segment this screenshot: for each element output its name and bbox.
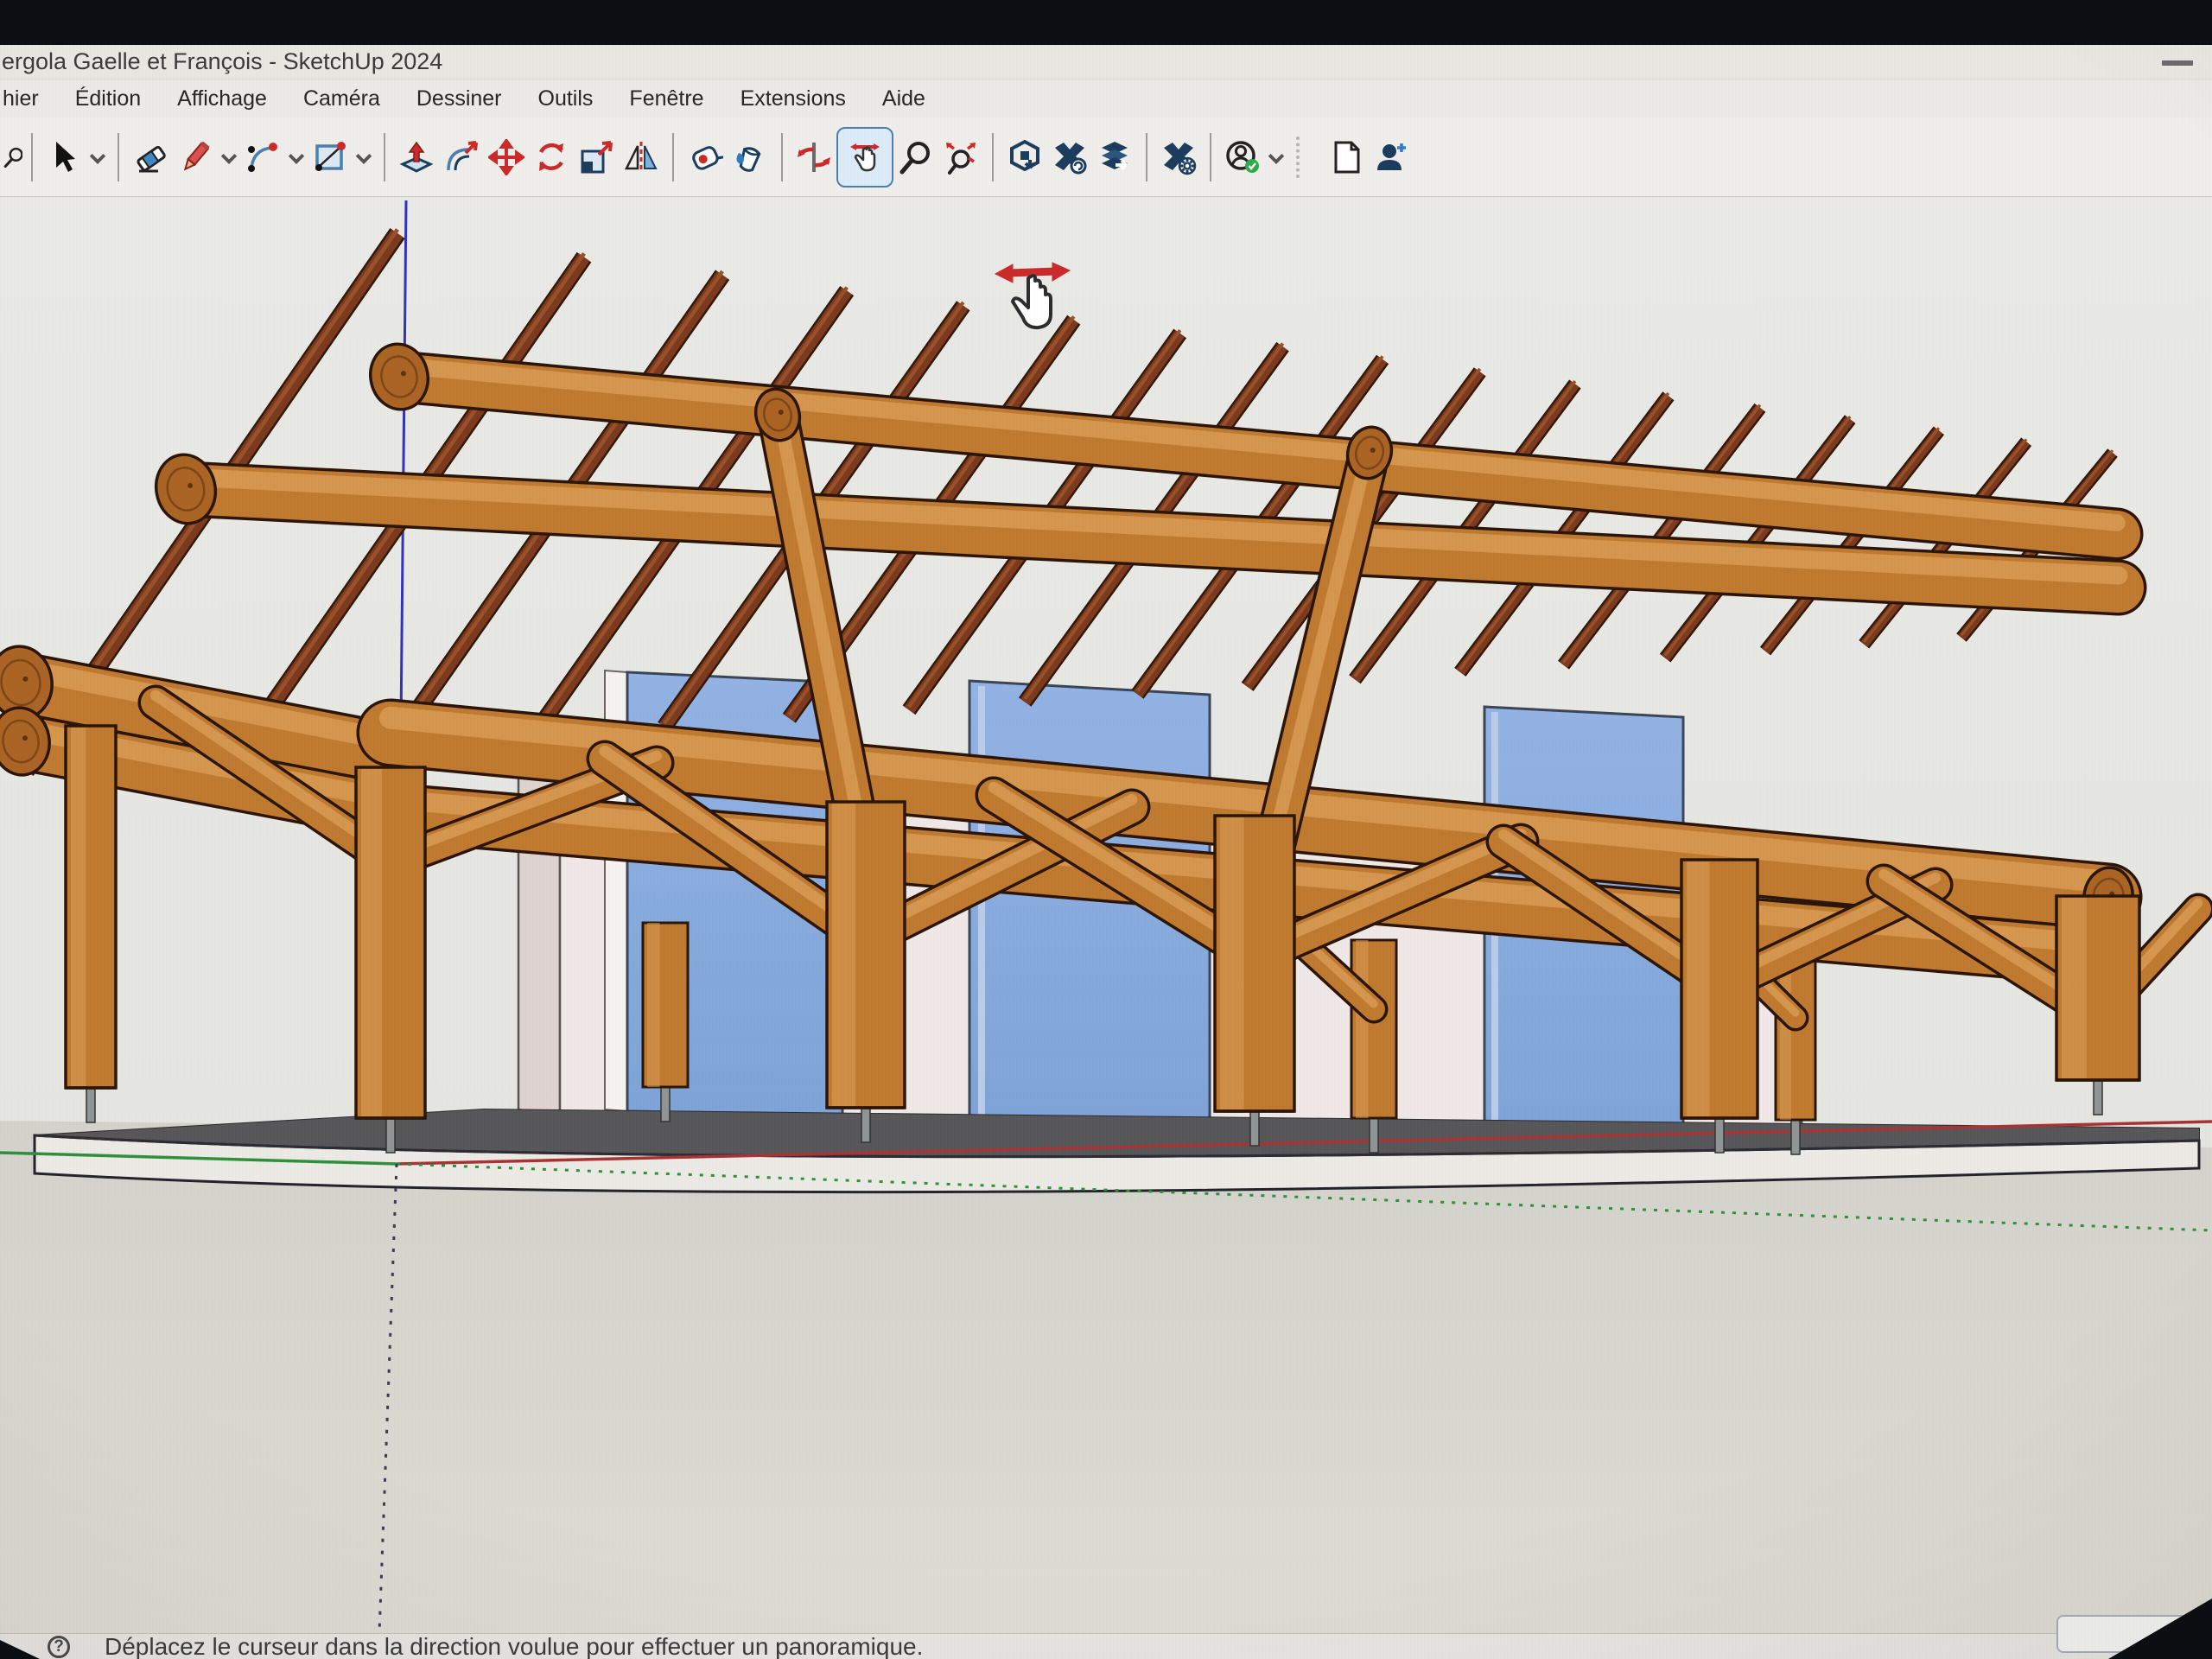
menu-edition[interactable]: Édition bbox=[57, 86, 159, 111]
pencil-caret-icon[interactable] bbox=[218, 131, 240, 183]
toolbar-separator bbox=[1146, 133, 1147, 181]
arc-tool-icon[interactable] bbox=[240, 131, 285, 183]
arc-caret-icon[interactable] bbox=[285, 131, 308, 183]
getting-started-toolbar bbox=[0, 118, 2212, 197]
select-tool-icon[interactable] bbox=[41, 131, 86, 183]
rotate-tool-icon[interactable] bbox=[529, 131, 574, 183]
toolbar-separator bbox=[118, 133, 119, 181]
toolbar-separator bbox=[31, 133, 33, 181]
eraser-tool-icon[interactable] bbox=[128, 131, 173, 183]
context-help-icon[interactable]: ? bbox=[48, 1636, 70, 1658]
paint-bucket-tool-icon[interactable] bbox=[728, 131, 772, 183]
toolbar-separator bbox=[384, 133, 385, 181]
status-bar: ? Déplacez le curseur dans la direction … bbox=[0, 1633, 2212, 1659]
model-scene bbox=[0, 197, 2212, 1633]
menu-camera[interactable]: Caméra bbox=[285, 86, 398, 111]
offset-tool-icon[interactable] bbox=[439, 131, 484, 183]
menu-fenetre[interactable]: Fenêtre bbox=[611, 86, 721, 111]
line-pencil-tool-icon[interactable] bbox=[173, 131, 218, 183]
menu-fichier-partial[interactable]: hier bbox=[0, 86, 57, 111]
tape-measure-tool-icon[interactable] bbox=[683, 131, 728, 183]
push-pull-tool-icon[interactable] bbox=[394, 131, 439, 183]
shapes-rectangle-tool-icon[interactable] bbox=[308, 131, 353, 183]
add-user-icon[interactable] bbox=[1369, 131, 1414, 183]
menu-outils[interactable]: Outils bbox=[520, 86, 612, 111]
orbit-tool-icon[interactable] bbox=[791, 131, 836, 183]
window-title: ergola Gaelle et François - SketchUp 202… bbox=[2, 48, 442, 75]
minimize-button[interactable] bbox=[2162, 60, 2193, 66]
menu-bar: hier Édition Affichage Caméra Dessiner O… bbox=[0, 79, 2212, 118]
menu-aide[interactable]: Aide bbox=[864, 86, 944, 111]
3d-viewport[interactable] bbox=[0, 197, 2212, 1633]
toolbar-separator bbox=[992, 133, 994, 181]
scale-tool-icon[interactable] bbox=[574, 131, 619, 183]
toolbar-separator bbox=[781, 133, 783, 181]
toolbar-grip[interactable] bbox=[1296, 137, 1303, 178]
flip-tool-icon[interactable] bbox=[619, 131, 664, 183]
zoom-tool-icon[interactable] bbox=[893, 131, 938, 183]
account-caret-icon[interactable] bbox=[1265, 131, 1287, 183]
new-file-icon[interactable] bbox=[1324, 131, 1369, 183]
rectangle-caret-icon[interactable] bbox=[353, 131, 375, 183]
extension-manager-icon[interactable] bbox=[1156, 131, 1201, 183]
search-icon[interactable] bbox=[0, 131, 22, 183]
status-hint: Déplacez le curseur dans la direction vo… bbox=[105, 1633, 923, 1659]
extension-warehouse-icon[interactable] bbox=[1047, 131, 1092, 183]
monitor-bezel bbox=[0, 0, 2212, 45]
monitor-photo: ergola Gaelle et François - SketchUp 202… bbox=[0, 0, 2212, 1659]
account-icon[interactable] bbox=[1220, 131, 1265, 183]
toolbar-separator bbox=[1210, 133, 1211, 181]
menu-dessiner[interactable]: Dessiner bbox=[398, 86, 520, 111]
3d-warehouse-icon[interactable] bbox=[1002, 131, 1047, 183]
ground bbox=[0, 1121, 2212, 1633]
zoom-extents-icon[interactable] bbox=[938, 131, 983, 183]
menu-affichage[interactable]: Affichage bbox=[159, 86, 285, 111]
send-to-layout-icon[interactable] bbox=[1092, 131, 1137, 183]
window-titlebar: ergola Gaelle et François - SketchUp 202… bbox=[0, 45, 2212, 79]
pan-tool-icon[interactable] bbox=[836, 127, 893, 188]
select-caret-icon[interactable] bbox=[86, 131, 109, 183]
move-tool-icon[interactable] bbox=[484, 131, 529, 183]
menu-extensions[interactable]: Extensions bbox=[722, 86, 864, 111]
toolbar-separator bbox=[672, 133, 674, 181]
